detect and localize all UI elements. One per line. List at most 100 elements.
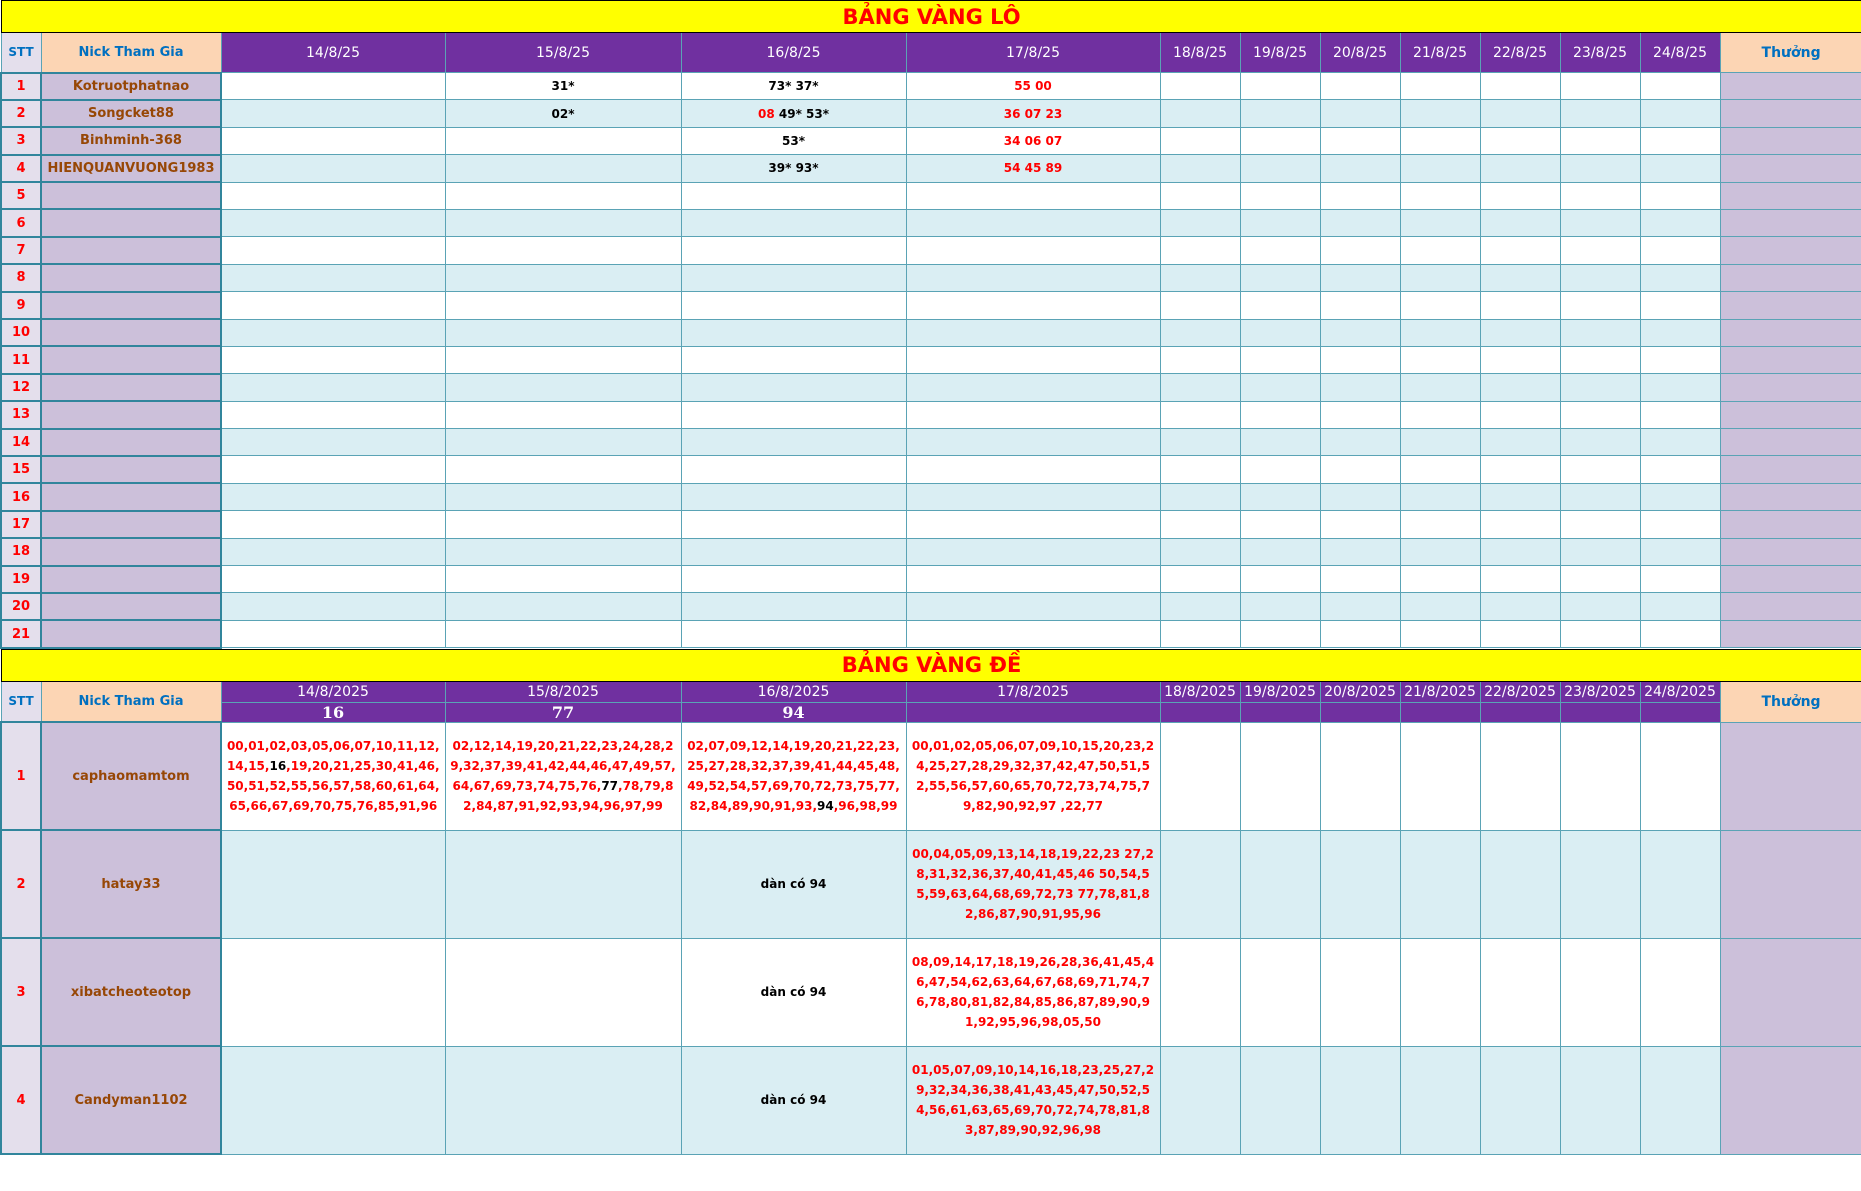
data-cell[interactable] [1639, 428, 1721, 457]
data-cell[interactable] [1479, 126, 1561, 156]
data-cell[interactable] [1479, 1045, 1561, 1155]
data-cell[interactable]: 53* [680, 126, 907, 156]
data-cell[interactable] [1399, 482, 1481, 512]
data-cell[interactable] [1159, 565, 1241, 594]
data-cell[interactable] [1639, 455, 1721, 484]
data-cell[interactable] [680, 537, 907, 567]
data-cell[interactable] [1319, 99, 1401, 128]
data-cell[interactable] [1399, 345, 1481, 375]
data-cell[interactable] [1319, 482, 1401, 512]
data-cell[interactable] [1399, 937, 1481, 1047]
row-thuong[interactable] [1719, 373, 1861, 402]
data-cell[interactable] [1319, 291, 1401, 320]
data-cell[interactable] [680, 345, 907, 375]
data-cell[interactable]: 08,09,14,17,18,19,26,28,36,41,45,46,47,5… [905, 937, 1161, 1047]
data-cell[interactable]: dàn có 94 [680, 1045, 907, 1155]
data-cell[interactable] [1399, 428, 1481, 457]
data-cell[interactable] [1239, 829, 1321, 939]
data-cell[interactable] [444, 263, 682, 293]
data-cell[interactable] [1639, 537, 1721, 567]
data-cell[interactable] [1479, 71, 1561, 101]
row-thuong[interactable] [1719, 592, 1861, 621]
data-cell[interactable] [1319, 236, 1401, 265]
row-thuong[interactable] [1719, 619, 1861, 649]
data-cell[interactable] [1559, 565, 1641, 594]
row-thuong[interactable] [1719, 482, 1861, 512]
data-cell[interactable] [444, 829, 682, 939]
row-thuong[interactable] [1719, 829, 1861, 939]
data-cell[interactable] [905, 565, 1161, 594]
data-cell[interactable] [444, 345, 682, 375]
data-cell[interactable] [1159, 373, 1241, 402]
data-cell[interactable] [1479, 208, 1561, 238]
data-cell[interactable] [1479, 345, 1561, 375]
data-cell[interactable] [220, 318, 446, 347]
data-cell[interactable] [1639, 99, 1721, 128]
data-cell[interactable] [1159, 619, 1241, 649]
data-cell[interactable] [1479, 428, 1561, 457]
data-cell[interactable] [220, 291, 446, 320]
data-cell[interactable] [220, 537, 446, 567]
data-cell[interactable]: 00,04,05,09,13,14,18,19,22,23 27,28,31,3… [905, 829, 1161, 939]
data-cell[interactable] [1399, 829, 1481, 939]
data-cell[interactable] [1479, 537, 1561, 567]
data-cell[interactable] [1559, 592, 1641, 621]
data-cell[interactable] [1239, 373, 1321, 402]
data-cell[interactable] [1319, 400, 1401, 430]
data-cell[interactable] [444, 236, 682, 265]
data-cell[interactable] [1479, 318, 1561, 347]
data-cell[interactable] [444, 400, 682, 430]
data-cell[interactable] [1319, 428, 1401, 457]
data-cell[interactable] [1479, 482, 1561, 512]
data-cell[interactable]: 39* 93* [680, 154, 907, 183]
data-cell[interactable] [905, 482, 1161, 512]
data-cell[interactable] [1319, 592, 1401, 621]
data-cell[interactable] [220, 619, 446, 649]
data-cell[interactable] [1239, 565, 1321, 594]
data-cell[interactable] [1639, 400, 1721, 430]
data-cell[interactable] [1559, 263, 1641, 293]
data-cell[interactable] [680, 455, 907, 484]
row-thuong[interactable] [1719, 236, 1861, 265]
data-cell[interactable] [220, 71, 446, 101]
data-cell[interactable] [1559, 345, 1641, 375]
data-cell[interactable] [1639, 154, 1721, 183]
data-cell[interactable] [1479, 181, 1561, 210]
data-cell[interactable] [1239, 721, 1321, 831]
data-cell[interactable] [905, 592, 1161, 621]
data-cell[interactable] [1639, 318, 1721, 347]
data-cell[interactable] [905, 345, 1161, 375]
data-cell[interactable] [1399, 263, 1481, 293]
row-thuong[interactable] [1719, 345, 1861, 375]
data-cell[interactable]: dàn có 94 [680, 829, 907, 939]
data-cell[interactable]: 01,05,07,09,10,14,16,18,23,25,27,29,32,3… [905, 1045, 1161, 1155]
data-cell[interactable] [220, 126, 446, 156]
row-thuong[interactable] [1719, 126, 1861, 156]
data-cell[interactable] [905, 619, 1161, 649]
data-cell[interactable] [680, 428, 907, 457]
data-cell[interactable] [1559, 400, 1641, 430]
data-cell[interactable] [444, 482, 682, 512]
data-cell[interactable] [220, 455, 446, 484]
data-cell[interactable] [1559, 1045, 1641, 1155]
data-cell[interactable] [905, 428, 1161, 457]
data-cell[interactable]: 02,12,14,19,20,21,22,23,24,28,29,32,37,3… [444, 721, 682, 831]
data-cell[interactable]: 31* [444, 71, 682, 101]
data-cell[interactable] [1239, 126, 1321, 156]
data-cell[interactable] [1239, 181, 1321, 210]
data-cell[interactable] [1319, 208, 1401, 238]
data-cell[interactable]: 02,07,09,12,14,19,20,21,22,23,25,27,28,3… [680, 721, 907, 831]
data-cell[interactable] [1239, 318, 1321, 347]
data-cell[interactable] [444, 537, 682, 567]
data-cell[interactable] [1399, 619, 1481, 649]
data-cell[interactable] [1639, 619, 1721, 649]
data-cell[interactable] [1239, 154, 1321, 183]
data-cell[interactable] [1639, 592, 1721, 621]
data-cell[interactable] [220, 937, 446, 1047]
row-thuong[interactable] [1719, 154, 1861, 183]
data-cell[interactable] [1399, 318, 1481, 347]
data-cell[interactable] [905, 537, 1161, 567]
data-cell[interactable] [1159, 99, 1241, 128]
row-thuong[interactable] [1719, 400, 1861, 430]
data-cell[interactable] [1479, 619, 1561, 649]
